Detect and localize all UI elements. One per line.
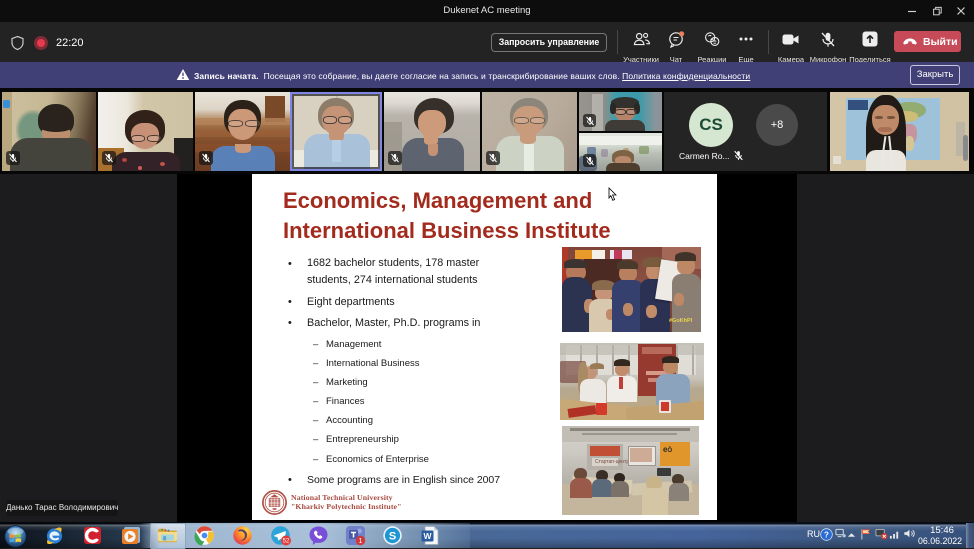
svg-text:?: ? [824,531,829,540]
svg-text:52: 52 [283,539,290,545]
svg-text:S: S [389,531,396,543]
svg-text:W: W [423,531,432,541]
svg-text:1: 1 [359,538,363,545]
